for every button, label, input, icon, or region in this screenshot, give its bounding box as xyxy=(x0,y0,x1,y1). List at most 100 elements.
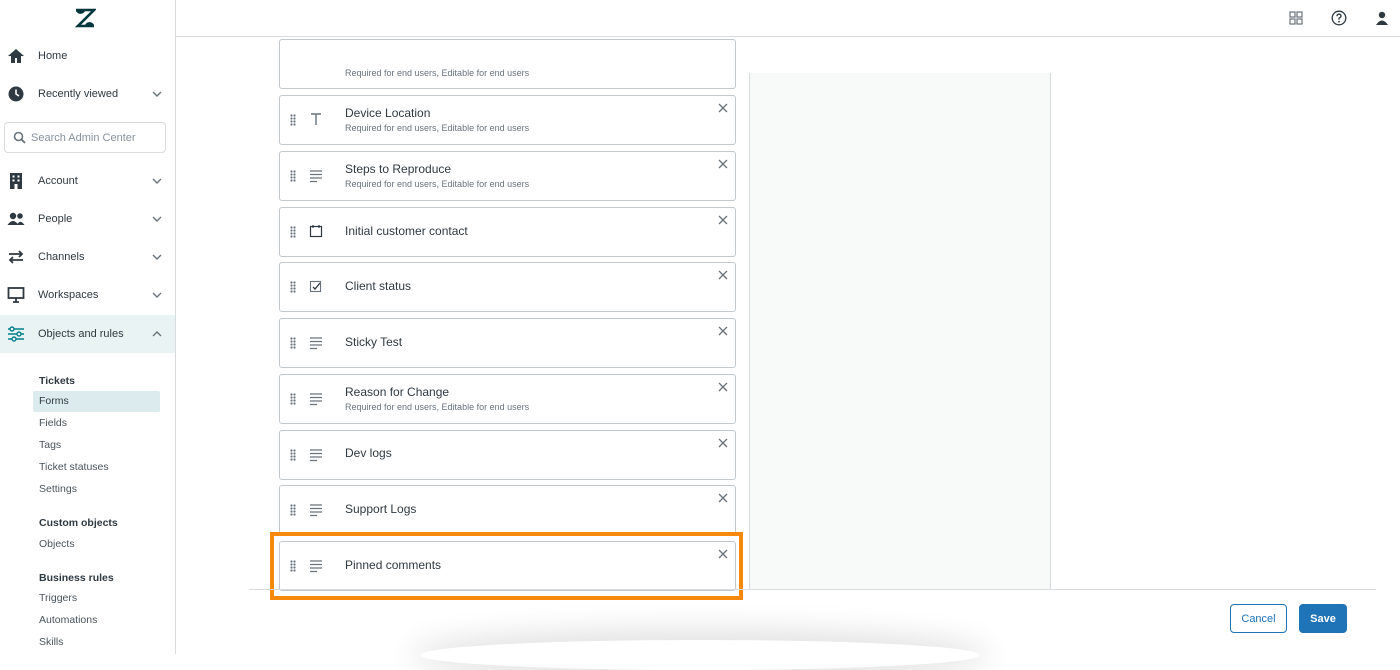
search-admin-input[interactable]: Search Admin Center xyxy=(4,122,166,153)
field-name: Device Location xyxy=(345,106,431,120)
field-sub: Required for end users, Editable for end… xyxy=(345,179,530,189)
close-icon[interactable] xyxy=(716,380,730,394)
chevron-down-icon[interactable] xyxy=(151,88,163,100)
section-heading-tickets: Tickets xyxy=(39,375,75,387)
user-avatar-icon[interactable] xyxy=(1374,10,1390,26)
close-icon[interactable] xyxy=(716,268,730,282)
search-icon xyxy=(13,131,26,144)
sidebar-item-skills[interactable]: Skills xyxy=(33,632,160,653)
cancel-button[interactable]: Cancel xyxy=(1230,604,1287,633)
close-icon[interactable] xyxy=(716,213,730,227)
field-sub: Required for end users, Editable for end… xyxy=(345,123,530,133)
building-icon xyxy=(10,173,22,189)
field-name: Client status xyxy=(345,279,412,293)
drag-handle-icon[interactable] xyxy=(290,226,296,238)
drag-handle-icon[interactable] xyxy=(290,560,296,572)
sidebar-item-forms[interactable]: Forms xyxy=(33,391,160,412)
multiline-icon xyxy=(310,449,322,462)
bottom-shadow xyxy=(420,640,980,670)
close-icon[interactable] xyxy=(716,157,730,171)
help-icon[interactable] xyxy=(1331,10,1347,26)
section-heading-custom-objects: Custom objects xyxy=(39,517,118,529)
field-name: Dev logs xyxy=(345,446,392,460)
field-name: Initial customer contact xyxy=(345,224,468,238)
field-name: Pinned comments xyxy=(345,558,442,572)
sidebar-item-automations[interactable]: Automations xyxy=(33,610,160,631)
sidebar-item-fields[interactable]: Fields xyxy=(33,413,160,434)
section-heading-business-rules: Business rules xyxy=(39,572,114,584)
field-card-sticky-test[interactable]: Sticky Test xyxy=(279,318,736,368)
zendesk-logo-icon[interactable] xyxy=(74,8,96,28)
field-name: Reason for Change xyxy=(345,385,450,399)
drag-handle-icon[interactable] xyxy=(290,449,296,461)
calendar-icon xyxy=(309,225,323,238)
close-icon[interactable] xyxy=(716,547,730,561)
close-icon[interactable] xyxy=(716,491,730,505)
save-button[interactable]: Save xyxy=(1299,604,1347,633)
nav-objects-and-rules[interactable]: Objects and rules xyxy=(0,315,175,353)
drag-handle-icon[interactable] xyxy=(290,170,296,182)
field-card-reason-for-change[interactable]: Reason for Change Required for end users… xyxy=(279,374,736,424)
field-sub: Required for end users, Editable for end… xyxy=(345,402,530,412)
close-icon[interactable] xyxy=(716,324,730,338)
text-icon xyxy=(311,113,321,125)
nav-recently-viewed[interactable]: Recently viewed xyxy=(0,75,175,113)
clock-icon xyxy=(8,86,24,102)
multiline-icon xyxy=(310,393,322,406)
drag-handle-icon[interactable] xyxy=(290,114,296,126)
chevron-down-icon[interactable] xyxy=(151,289,163,301)
nav-label: Objects and rules xyxy=(38,328,124,340)
objects-rules-icon xyxy=(8,326,24,342)
field-card-sub: Required for end users, Editable for end… xyxy=(345,68,530,78)
field-card-support-logs[interactable]: Support Logs xyxy=(279,485,736,535)
sidebar: Home Recently viewed Search Admin Center… xyxy=(0,0,176,654)
nav-label: People xyxy=(38,213,73,225)
multiline-icon xyxy=(310,560,322,573)
multiline-icon xyxy=(310,337,322,350)
sidebar-item-tags[interactable]: Tags xyxy=(33,435,160,456)
footer-divider xyxy=(249,589,1376,590)
field-card-steps-to-reproduce[interactable]: Steps to Reproduce Required for end user… xyxy=(279,151,736,201)
field-name: Sticky Test xyxy=(345,335,403,349)
sidebar-item-settings[interactable]: Settings xyxy=(33,479,160,500)
nav-channels[interactable]: Channels xyxy=(0,238,175,276)
nav-label: Account xyxy=(38,175,78,187)
field-card-client-status[interactable]: Client status xyxy=(279,262,736,312)
field-card-device-location[interactable]: Device Location Required for end users, … xyxy=(279,95,736,145)
people-icon xyxy=(7,212,25,225)
field-card[interactable]: Required for end users, Editable for end… xyxy=(279,39,736,89)
sidebar-item-triggers[interactable]: Triggers xyxy=(33,588,160,609)
nav-people[interactable]: People xyxy=(0,200,175,238)
dropdown-icon xyxy=(309,280,322,293)
sidebar-item-objects[interactable]: Objects xyxy=(33,534,160,555)
drag-handle-icon[interactable] xyxy=(290,281,296,293)
nav-workspaces[interactable]: Workspaces xyxy=(0,276,175,314)
nav-label: Channels xyxy=(38,251,85,263)
field-name: Steps to Reproduce xyxy=(345,162,452,176)
top-bar xyxy=(176,0,1400,37)
nav-account[interactable]: Account xyxy=(0,162,175,200)
monitor-icon xyxy=(7,287,25,303)
nav-home[interactable]: Home xyxy=(0,37,175,75)
field-card-pinned-comments[interactable]: Pinned comments xyxy=(279,541,736,591)
multiline-icon xyxy=(310,170,322,183)
arrows-icon xyxy=(8,250,24,264)
chevron-down-icon[interactable] xyxy=(151,213,163,225)
home-icon xyxy=(8,49,24,63)
field-name: Support Logs xyxy=(345,502,417,516)
chevron-down-icon[interactable] xyxy=(151,175,163,187)
close-icon[interactable] xyxy=(716,436,730,450)
chevron-up-icon[interactable] xyxy=(151,328,163,340)
sidebar-item-ticket-statuses[interactable]: Ticket statuses xyxy=(33,457,160,478)
product-tray-icon[interactable] xyxy=(1288,10,1304,26)
search-placeholder: Search Admin Center xyxy=(31,132,136,144)
nav-label: Home xyxy=(38,50,68,62)
drag-handle-icon[interactable] xyxy=(290,393,296,405)
drag-handle-icon[interactable] xyxy=(290,337,296,349)
chevron-down-icon[interactable] xyxy=(151,251,163,263)
drag-handle-icon[interactable] xyxy=(290,504,296,516)
close-icon[interactable] xyxy=(716,101,730,115)
nav-label: Recently viewed xyxy=(38,88,119,100)
field-card-initial-customer-contact[interactable]: Initial customer contact xyxy=(279,207,736,257)
field-card-dev-logs[interactable]: Dev logs xyxy=(279,430,736,480)
